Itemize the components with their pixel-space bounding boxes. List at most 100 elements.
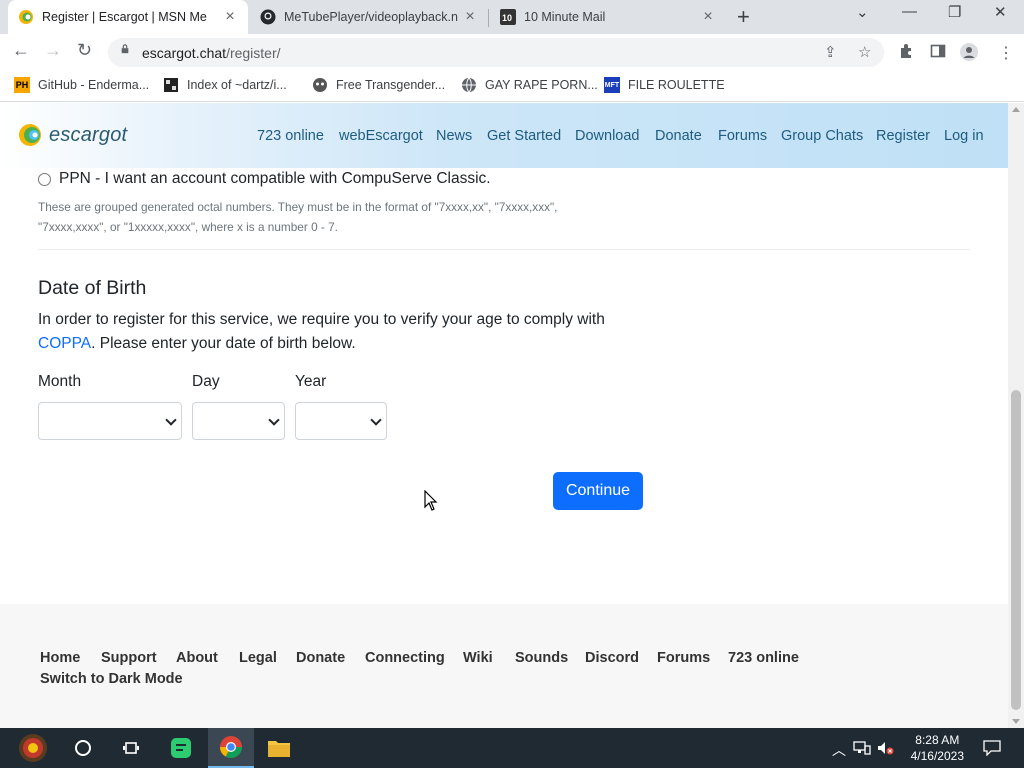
close-tab-icon[interactable]: ×	[462, 8, 478, 26]
new-tab-icon[interactable]: +	[737, 4, 750, 30]
bookmarks-bar: PH GitHub - Enderma... Index of ~dartz/i…	[0, 70, 1024, 102]
notifications-icon[interactable]	[983, 740, 1001, 759]
dark-mode-toggle[interactable]: Switch to Dark Mode	[40, 671, 183, 687]
tab-10-minute-mail[interactable]: 10 10 Minute Mail ×	[490, 0, 726, 34]
search-button[interactable]	[60, 728, 106, 768]
lock-icon	[121, 44, 129, 54]
nav-log-in[interactable]: Log in	[944, 128, 984, 144]
cortana-circle-icon	[75, 740, 91, 756]
network-icon[interactable]	[853, 740, 871, 759]
tab-title: MeTubePlayer/videoplayback.n	[284, 10, 458, 24]
scrollbar-thumb[interactable]	[1011, 390, 1021, 710]
profile-avatar-icon[interactable]	[960, 43, 978, 66]
mft-icon: MFT	[604, 77, 620, 93]
folder-index-icon	[163, 77, 179, 93]
share-icon[interactable]: ⇪	[824, 43, 837, 61]
logo-text: escargot	[49, 123, 128, 146]
forward-arrow-icon[interactable]: →	[44, 40, 62, 61]
reload-icon[interactable]: ↻	[77, 40, 92, 61]
chevron-down-icon	[370, 414, 382, 426]
month-label: Month	[38, 373, 82, 390]
tab-metubeplayer[interactable]: MeTubePlayer/videoplayback.n ×	[250, 0, 488, 34]
taskbar-file-explorer[interactable]	[256, 728, 302, 768]
tab-search-chevron-icon[interactable]: ⌄	[856, 3, 869, 21]
side-panel-icon[interactable]	[930, 43, 946, 64]
browser-toolbar: ← → ↻ escargot.chat/register/ ⇪ ☆ ⋮	[0, 34, 1024, 70]
chrome-icon	[220, 736, 242, 758]
extensions-puzzle-icon[interactable]	[898, 43, 914, 64]
footer-discord[interactable]: Discord	[585, 650, 639, 666]
volume-muted-icon[interactable]	[877, 740, 895, 759]
ppn-hint: These are grouped generated octal number…	[38, 200, 558, 234]
bookmark-star-icon[interactable]: ☆	[858, 43, 871, 61]
footer-wiki[interactable]: Wiki	[463, 650, 493, 666]
site-header: escargot 723 online webEscargot News Get…	[0, 103, 1008, 168]
url-text: escargot.chat/register/	[142, 45, 281, 61]
close-tab-icon[interactable]: ×	[222, 8, 238, 26]
taskbar-chrome[interactable]	[208, 728, 254, 768]
folder-icon	[268, 741, 290, 757]
green-chat-app-icon	[171, 738, 191, 758]
address-bar[interactable]: escargot.chat/register/ ⇪ ☆	[108, 38, 884, 67]
restore-icon[interactable]: ❐	[948, 3, 961, 21]
footer-support[interactable]: Support	[101, 650, 157, 666]
month-select[interactable]	[38, 402, 182, 440]
start-button[interactable]	[10, 728, 56, 768]
tab-separator	[488, 9, 489, 27]
footer-donate[interactable]: Donate	[296, 650, 345, 666]
mouse-cursor-icon	[424, 490, 438, 511]
bookmark-index-of-dartz[interactable]: Index of ~dartz/i...	[163, 77, 287, 93]
footer-about[interactable]: About	[176, 650, 218, 666]
nav-group-chats[interactable]: Group Chats	[781, 128, 863, 144]
year-label: Year	[295, 373, 327, 390]
close-tab-icon[interactable]: ×	[700, 8, 716, 26]
close-window-icon[interactable]: ✕	[994, 3, 1007, 21]
task-view-button[interactable]	[108, 728, 154, 768]
page-scrollbar[interactable]	[1008, 103, 1024, 728]
nav-download[interactable]: Download	[575, 128, 640, 144]
bookmark-file-roulette[interactable]: MFT FILE ROULETTE	[604, 77, 725, 93]
system-clock[interactable]: 8:28 AM 4/16/2023	[911, 732, 964, 764]
footer-sounds[interactable]: Sounds	[515, 650, 568, 666]
nav-register[interactable]: Register	[876, 128, 930, 144]
show-hidden-icons-chevron-icon[interactable]: ︿	[832, 740, 846, 760]
day-select[interactable]	[192, 402, 285, 440]
tab-strip: Register | Escargot | MSN Me × MeTubePla…	[0, 0, 1024, 34]
tab-register[interactable]: Register | Escargot | MSN Me ×	[8, 0, 248, 34]
ppn-radio[interactable]	[38, 172, 51, 186]
scroll-up-icon[interactable]	[1012, 107, 1020, 112]
footer-connecting[interactable]: Connecting	[365, 650, 445, 666]
ppn-label[interactable]: PPN - I want an account compatible with …	[59, 170, 491, 188]
more-menu-icon[interactable]: ⋮	[998, 43, 1014, 63]
continue-button[interactable]: Continue	[553, 472, 643, 510]
start-orb-icon	[19, 734, 47, 762]
taskbar-app-chat[interactable]	[158, 728, 204, 768]
footer-legal[interactable]: Legal	[239, 650, 277, 666]
task-view-icon	[123, 742, 139, 754]
nav-news[interactable]: News	[436, 128, 472, 144]
bookmark-free-transgender[interactable]: Free Transgender...	[312, 77, 445, 93]
tab-title: 10 Minute Mail	[524, 10, 606, 24]
bookmark-globe[interactable]: GAY RAPE PORN...	[461, 77, 598, 93]
nav-webescargot[interactable]: webEscargot	[339, 128, 423, 144]
minimize-icon[interactable]: —	[902, 3, 917, 20]
escargot-favicon-icon	[18, 9, 34, 25]
page-viewport: escargot 723 online webEscargot News Get…	[0, 103, 1008, 728]
bookmark-github[interactable]: PH GitHub - Enderma...	[14, 77, 149, 93]
footer-online-count[interactable]: 723 online	[728, 650, 799, 666]
nav-online-count[interactable]: 723 online	[257, 128, 324, 144]
back-arrow-icon[interactable]: ←	[12, 40, 30, 61]
nav-donate[interactable]: Donate	[655, 128, 702, 144]
site-footer: Home Support About Legal Donate Connecti…	[0, 604, 1008, 728]
year-select[interactable]	[295, 402, 387, 440]
coppa-link[interactable]: COPPA	[38, 335, 91, 352]
escargot-logo[interactable]: escargot	[18, 121, 127, 149]
dob-description: In order to register for this service, w…	[38, 311, 605, 352]
nav-get-started[interactable]: Get Started	[487, 128, 561, 144]
chevron-down-icon	[165, 414, 177, 426]
nav-forums[interactable]: Forums	[718, 128, 767, 144]
footer-forums[interactable]: Forums	[657, 650, 710, 666]
scroll-down-icon[interactable]	[1012, 719, 1020, 724]
footer-home[interactable]: Home	[40, 650, 80, 666]
globe-icon	[461, 77, 477, 93]
